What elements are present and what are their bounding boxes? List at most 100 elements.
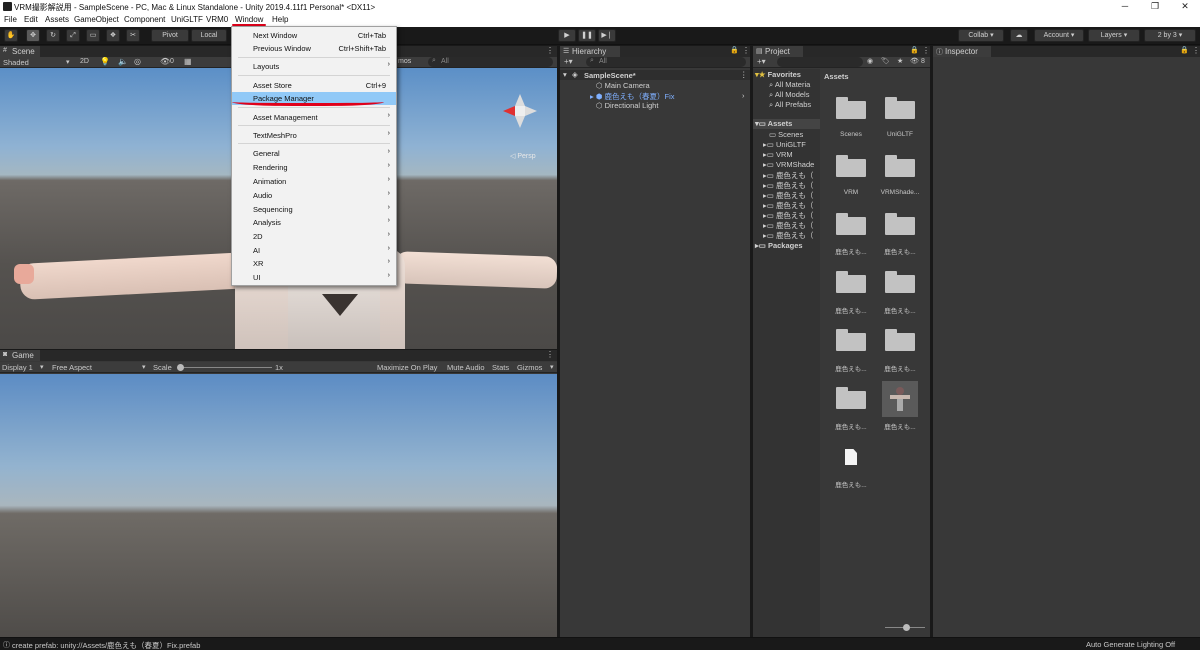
folder-icon[interactable] [836, 155, 866, 177]
hierarchy-scene-row[interactable]: ▾ ◈ SampleScene* ⋮ [560, 70, 750, 80]
hierarchy-menu-icon[interactable]: ⋮ [742, 46, 750, 55]
menu-file[interactable]: File [4, 15, 17, 24]
game-viewport[interactable] [0, 374, 557, 637]
hierarchy-item-main-camera[interactable]: ⬡ Main Camera [596, 81, 650, 90]
favorite-item[interactable]: ⌕ All Models [769, 90, 809, 100]
search-by-type-icon[interactable]: ◉ [867, 57, 873, 65]
play-button[interactable]: ▶ [558, 29, 576, 42]
folder-icon[interactable] [836, 213, 866, 235]
menu-item-previous-window[interactable]: Previous Window Ctrl+Shift+Tab [232, 42, 396, 55]
mute-audio-toggle[interactable]: Mute Audio [447, 363, 485, 372]
display-dropdown[interactable]: Display 1 [2, 363, 33, 372]
move-tool-icon[interactable]: ✥ [26, 29, 40, 42]
local-button[interactable]: Local [191, 29, 227, 42]
effects-icon[interactable]: ◎ [134, 57, 141, 66]
custom-tool-icon[interactable]: ✂ [126, 29, 140, 42]
minimize-icon[interactable]: ─ [1118, 1, 1132, 11]
shading-dropdown[interactable]: Shaded [3, 58, 29, 67]
scene-search-input[interactable]: ⌕ All [428, 57, 553, 67]
menu-item-analysis[interactable]: Analysis › [232, 216, 396, 229]
favorite-item[interactable]: ⌕ All Prefabs [769, 100, 811, 110]
create-plus-icon[interactable]: +▾ [564, 57, 573, 66]
hierarchy-item-directional-light[interactable]: ⬡ Directional Light [596, 101, 658, 110]
pause-button[interactable]: ❚❚ [578, 29, 596, 42]
tree-folder-item[interactable]: ▸▭ VRM [763, 150, 793, 159]
rotate-tool-icon[interactable]: ↻ [46, 29, 60, 42]
menu-edit[interactable]: Edit [24, 15, 38, 24]
menu-component[interactable]: Component [124, 15, 165, 24]
folder-icon[interactable] [885, 213, 915, 235]
menu-item-asset-store[interactable]: Asset Store Ctrl+9 [232, 79, 396, 92]
assets-folder-row[interactable]: ▾▭ Assets [753, 119, 820, 129]
tree-folder-item[interactable]: ▸▭ VRMShade [763, 160, 814, 169]
menu-vrm0[interactable]: VRM0 [206, 15, 228, 24]
folder-icon[interactable] [885, 155, 915, 177]
game-menu-icon[interactable]: ⋮ [546, 350, 554, 359]
inspector-menu-icon[interactable]: ⋮ [1192, 46, 1200, 55]
search-by-label-icon[interactable]: 🏷 [881, 57, 890, 65]
menu-item-textmeshpro[interactable]: TextMeshPro › [232, 129, 396, 142]
transform-tool-icon[interactable]: ❖ [106, 29, 120, 42]
status-message[interactable]: create prefab: unity://Assets/鹿色えも（春夏）Fi… [12, 640, 200, 650]
menu-item-xr[interactable]: XR › [232, 257, 396, 270]
hidden-objects-icon[interactable]: 👁 [160, 57, 170, 66]
aspect-dropdown[interactable]: Free Aspect [52, 363, 92, 372]
menu-help[interactable]: Help [272, 15, 288, 24]
orientation-gizmo-icon[interactable] [497, 88, 543, 134]
scale-slider-thumb[interactable] [177, 364, 184, 371]
menu-item-next-window[interactable]: Next Window Ctrl+Tab [232, 29, 396, 42]
favorite-star-icon[interactable]: ★ [897, 57, 903, 65]
scene-row-menu-icon[interactable]: ⋮ [740, 70, 748, 79]
lighting-icon[interactable]: 💡 [100, 57, 110, 66]
zoom-slider-thumb[interactable] [903, 624, 910, 631]
menu-item-asset-management[interactable]: Asset Management › [232, 111, 396, 124]
account-dropdown[interactable]: Account ▾ [1034, 29, 1084, 42]
menu-window[interactable]: Window [235, 15, 263, 24]
gizmos-dropdown[interactable]: mos [398, 58, 411, 65]
menu-item-ui[interactable]: UI › [232, 271, 396, 284]
layers-dropdown[interactable]: Layers ▾ [1088, 29, 1140, 42]
folder-icon[interactable] [885, 271, 915, 293]
folder-icon[interactable] [885, 329, 915, 351]
scale-tool-icon[interactable]: ⤢ [66, 29, 80, 42]
menu-item-ai[interactable]: AI › [232, 244, 396, 257]
hierarchy-search-input[interactable]: ⌕ All [586, 57, 746, 67]
scene-expand-icon[interactable]: ▾ [563, 70, 567, 79]
folder-icon[interactable] [836, 271, 866, 293]
prefab-arrow-icon[interactable]: › [742, 91, 745, 100]
project-search-input[interactable] [777, 57, 863, 67]
folder-icon[interactable] [836, 329, 866, 351]
grid-icon[interactable]: ▦ [184, 57, 192, 66]
collab-button[interactable]: Collab ▾ [958, 29, 1004, 42]
rect-tool-icon[interactable]: ▭ [86, 29, 100, 42]
tree-folder-item[interactable]: ▸▭ 鹿色えも（ [763, 230, 813, 241]
favorites-row[interactable]: ▾★ Favorites [755, 70, 801, 79]
cloud-icon[interactable]: ☁ [1010, 29, 1028, 42]
lock-icon[interactable]: 🔒 [730, 46, 739, 54]
audio-icon[interactable]: 🔈 [118, 57, 128, 66]
menu-item-sequencing[interactable]: Sequencing › [232, 203, 396, 216]
step-button[interactable]: ▶❘ [598, 29, 616, 42]
project-lock-icon[interactable]: 🔒 [910, 46, 919, 54]
tree-folder-item[interactable]: ▭ Scenes [769, 130, 803, 139]
menu-item-rendering[interactable]: Rendering › [232, 161, 396, 174]
inspector-lock-icon[interactable]: 🔒 [1180, 46, 1189, 54]
file-icon[interactable] [845, 449, 857, 465]
prefab-thumbnail-icon[interactable] [882, 381, 918, 417]
gizmos-toggle[interactable]: Gizmos [517, 363, 542, 372]
maximize-on-play-toggle[interactable]: Maximize On Play [377, 363, 437, 372]
favorite-item[interactable]: ⌕ All Materia [769, 80, 810, 90]
folder-icon[interactable] [885, 97, 915, 119]
menu-item-2d[interactable]: 2D › [232, 230, 396, 243]
folder-icon[interactable] [836, 97, 866, 119]
mode-2d-toggle[interactable]: 2D [80, 58, 89, 65]
menu-item-animation[interactable]: Animation › [232, 175, 396, 188]
hand-tool-icon[interactable]: ✋ [4, 29, 18, 42]
scale-slider[interactable] [180, 367, 272, 368]
tree-folder-item[interactable]: ▸▭ UniGLTF [763, 140, 806, 149]
project-create-plus-icon[interactable]: +▾ [757, 57, 766, 66]
auto-lighting-status[interactable]: Auto Generate Lighting Off [1086, 640, 1175, 649]
pivot-button[interactable]: Pivot [151, 29, 189, 42]
menu-item-audio[interactable]: Audio › [232, 189, 396, 202]
hidden-packages-icon[interactable]: 👁 [910, 57, 919, 65]
